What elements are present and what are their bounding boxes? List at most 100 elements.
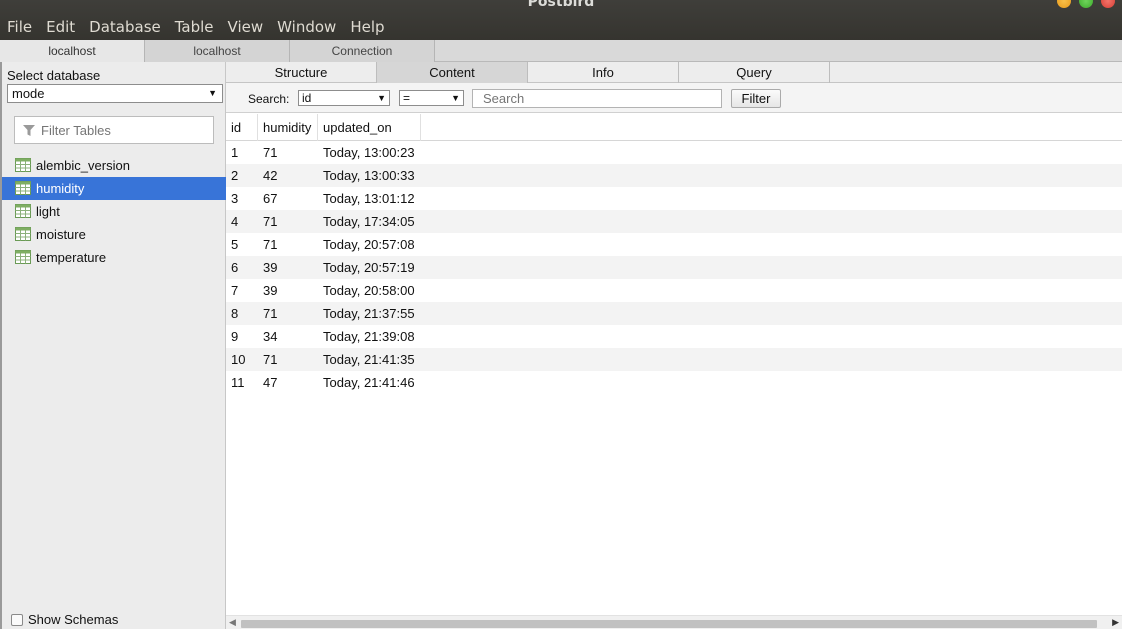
- table-cell[interactable]: 8: [226, 302, 258, 325]
- search-field-value: id: [302, 91, 312, 105]
- menu-help[interactable]: Help: [343, 15, 391, 39]
- tab-query[interactable]: Query: [679, 62, 830, 83]
- tab-structure[interactable]: Structure: [226, 62, 377, 83]
- table-item-label: temperature: [36, 250, 107, 265]
- table-cell[interactable]: Today, 20:57:19: [318, 256, 421, 279]
- table-cell[interactable]: 7: [226, 279, 258, 302]
- table-icon: [15, 181, 31, 195]
- table-cell[interactable]: Today, 13:00:23: [318, 141, 421, 164]
- menu-database[interactable]: Database: [82, 15, 168, 39]
- select-database-label: Select database: [7, 68, 101, 83]
- table-item-label: light: [36, 204, 60, 219]
- table-row[interactable]: 6 39 Today, 20:57:19: [226, 256, 1122, 279]
- table-cell[interactable]: 67: [258, 187, 318, 210]
- filter-tables-input[interactable]: [41, 123, 206, 138]
- table-cell[interactable]: Today, 20:58:00: [318, 279, 421, 302]
- table-row[interactable]: 9 34 Today, 21:39:08: [226, 325, 1122, 348]
- database-select[interactable]: mode ▼: [7, 84, 223, 103]
- table-cell[interactable]: 39: [258, 256, 318, 279]
- menu-window[interactable]: Window: [270, 15, 343, 39]
- show-schemas-toggle[interactable]: Show Schemas: [11, 612, 118, 627]
- table-cell[interactable]: Today, 20:57:08: [318, 233, 421, 256]
- table-cell[interactable]: 2: [226, 164, 258, 187]
- table-item-light[interactable]: light: [2, 200, 226, 223]
- tab-content[interactable]: Content: [377, 62, 528, 83]
- menu-table[interactable]: Table: [168, 15, 221, 39]
- dropdown-arrow-icon: ▼: [451, 93, 460, 103]
- table-cell[interactable]: Today, 21:37:55: [318, 302, 421, 325]
- table-row[interactable]: 4 71 Today, 17:34:05: [226, 210, 1122, 233]
- table-cell[interactable]: 6: [226, 256, 258, 279]
- table-cell[interactable]: 1: [226, 141, 258, 164]
- table-cell[interactable]: Today, 21:39:08: [318, 325, 421, 348]
- scrollbar-thumb[interactable]: [241, 620, 1097, 628]
- filter-button[interactable]: Filter: [731, 89, 781, 108]
- table-row[interactable]: 8 71 Today, 21:37:55: [226, 302, 1122, 325]
- table-row[interactable]: 3 67 Today, 13:01:12: [226, 187, 1122, 210]
- table-row[interactable]: 2 42 Today, 13:00:33: [226, 164, 1122, 187]
- table-cell[interactable]: 71: [258, 210, 318, 233]
- table-cell[interactable]: 39: [258, 279, 318, 302]
- funnel-icon: [23, 125, 35, 136]
- table-item-alembic-version[interactable]: alembic_version: [2, 154, 226, 177]
- main-panel: Structure Content Info Query Search: id …: [226, 62, 1122, 629]
- table-cell[interactable]: 71: [258, 233, 318, 256]
- menu-bar: File Edit Database Table View Window Hel…: [0, 15, 392, 39]
- menu-file[interactable]: File: [0, 15, 39, 39]
- column-header-updated-on[interactable]: updated_on: [318, 114, 421, 141]
- table-row[interactable]: 10 71 Today, 21:41:35: [226, 348, 1122, 371]
- sidebar: Select database mode ▼ alembic_version h…: [0, 62, 226, 629]
- database-select-value: mode: [12, 86, 45, 101]
- table-item-moisture[interactable]: moisture: [2, 223, 226, 246]
- table-cell[interactable]: 4: [226, 210, 258, 233]
- grid-body: 1 71 Today, 13:00:23 2 42 Today, 13:00:33 3 67 T…: [226, 141, 1122, 394]
- table-cell[interactable]: Today, 21:41:35: [318, 348, 421, 371]
- menu-edit[interactable]: Edit: [39, 15, 82, 39]
- table-cell[interactable]: 5: [226, 233, 258, 256]
- table-cell[interactable]: 42: [258, 164, 318, 187]
- show-schemas-checkbox[interactable]: [11, 613, 23, 626]
- column-header-humidity[interactable]: humidity: [258, 114, 318, 141]
- search-field-select[interactable]: id ▼: [298, 90, 390, 106]
- title-bar: Postbird File Edit Database Table View W…: [0, 0, 1122, 40]
- table-cell[interactable]: 71: [258, 348, 318, 371]
- table-cell[interactable]: 71: [258, 302, 318, 325]
- scroll-right-icon[interactable]: ▶: [1112, 617, 1119, 628]
- table-cell[interactable]: 9: [226, 325, 258, 348]
- search-bar: Search: id ▼ = ▼ Filter: [226, 83, 1122, 113]
- table-item-temperature[interactable]: temperature: [2, 246, 226, 269]
- table-row[interactable]: 11 47 Today, 21:41:46: [226, 371, 1122, 394]
- horizontal-scrollbar[interactable]: ◀ ▶: [226, 615, 1122, 629]
- table-cell[interactable]: 11: [226, 371, 258, 394]
- table-cell[interactable]: 47: [258, 371, 318, 394]
- table-icon: [15, 250, 31, 264]
- tab-info[interactable]: Info: [528, 62, 679, 83]
- table-row[interactable]: 5 71 Today, 20:57:08: [226, 233, 1122, 256]
- connection-tab-1[interactable]: localhost: [0, 40, 145, 62]
- table-row[interactable]: 7 39 Today, 20:58:00: [226, 279, 1122, 302]
- table-cell[interactable]: 71: [258, 141, 318, 164]
- connection-tab-new[interactable]: Connection: [290, 40, 435, 62]
- search-input[interactable]: [472, 89, 722, 108]
- content-grid: id humidity updated_on 1 71 Today, 13:00:2…: [226, 114, 1122, 394]
- table-cell[interactable]: 34: [258, 325, 318, 348]
- connection-tab-2[interactable]: localhost: [145, 40, 290, 62]
- table-cell[interactable]: 10: [226, 348, 258, 371]
- table-list: alembic_version humidity light moisture …: [2, 154, 226, 269]
- table-item-label: alembic_version: [36, 158, 130, 173]
- scroll-left-icon[interactable]: ◀: [229, 617, 236, 628]
- filter-tables-box[interactable]: [14, 116, 214, 144]
- table-item-humidity[interactable]: humidity: [2, 177, 226, 200]
- table-cell[interactable]: Today, 13:00:33: [318, 164, 421, 187]
- table-cell[interactable]: Today, 13:01:12: [318, 187, 421, 210]
- table-cell[interactable]: Today, 21:41:46: [318, 371, 421, 394]
- menu-view[interactable]: View: [221, 15, 271, 39]
- table-cell[interactable]: Today, 17:34:05: [318, 210, 421, 233]
- table-cell[interactable]: 3: [226, 187, 258, 210]
- column-header-id[interactable]: id: [226, 114, 258, 141]
- dropdown-arrow-icon: ▼: [208, 88, 217, 98]
- table-row[interactable]: 1 71 Today, 13:00:23: [226, 141, 1122, 164]
- connection-tabs: localhost localhost Connection: [0, 40, 1122, 62]
- search-operator-select[interactable]: = ▼: [399, 90, 464, 106]
- dropdown-arrow-icon: ▼: [377, 93, 386, 103]
